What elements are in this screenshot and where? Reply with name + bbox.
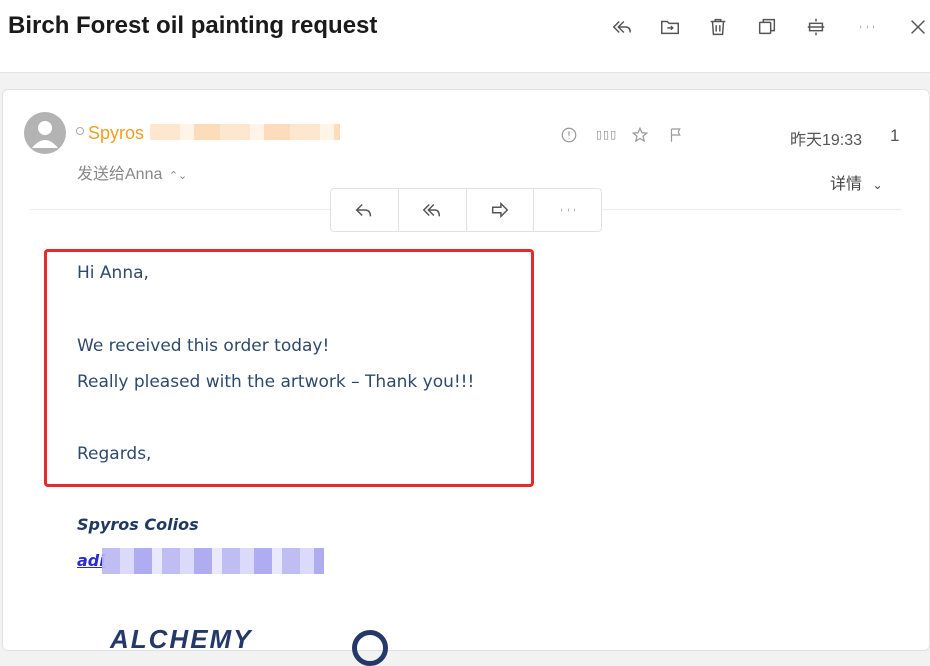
reply-all-icon[interactable] — [609, 14, 635, 40]
reply-icon — [356, 203, 372, 217]
copy-window-icon[interactable] — [754, 14, 780, 40]
message-count: 1 — [890, 126, 900, 145]
chevron-down-icon: ⌄ — [872, 178, 883, 192]
recipient-line[interactable]: 发送给Anna ⌃⌄ — [77, 160, 187, 184]
expand-recipients-icon[interactable]: ⌃⌄ — [169, 170, 187, 182]
signature-link-blurred — [102, 548, 324, 574]
expand-icon[interactable] — [803, 14, 829, 40]
details-label: 详情 — [830, 176, 863, 193]
reply-button[interactable] — [331, 189, 399, 231]
details-toggle[interactable]: 详情 ⌄ — [830, 170, 883, 194]
star-icon[interactable] — [630, 125, 650, 145]
flag-icon[interactable] — [666, 125, 686, 145]
mail-header-bar: Birch Forest oil painting request — [0, 0, 930, 73]
status-dot-icon — [76, 127, 84, 135]
reply-all-icon — [422, 203, 441, 217]
more-icon[interactable] — [854, 14, 880, 40]
email-subject: Birch Forest oil painting request — [8, 12, 378, 39]
body-greeting: Hi Anna, — [77, 263, 149, 283]
important-icon[interactable] — [559, 125, 579, 145]
logo-circle-icon — [352, 630, 388, 666]
forward-button[interactable] — [467, 189, 535, 231]
body-line-2: Really pleased with the artwork – Thank … — [77, 372, 475, 392]
tag-glyph[interactable]: ▯▯▯ — [596, 128, 617, 141]
move-folder-icon[interactable] — [657, 14, 683, 40]
company-logo: ALCHEMY — [110, 624, 253, 654]
message-action-bar — [330, 188, 602, 232]
signature-name: Spyros Colios — [77, 515, 199, 534]
body-closing: Regards, — [77, 444, 152, 464]
body-line-1: We received this order today! — [77, 336, 330, 356]
avatar[interactable] — [24, 112, 66, 154]
forward-icon — [491, 201, 509, 219]
trash-icon[interactable] — [705, 14, 731, 40]
sender-address-blurred — [150, 124, 340, 140]
recipient-label: 发送给Anna — [77, 166, 163, 183]
more-actions-button[interactable] — [534, 189, 601, 231]
reply-all-button[interactable] — [399, 189, 467, 231]
more-icon — [561, 208, 575, 212]
sender-name[interactable]: Spyros — [88, 123, 144, 144]
signature-link[interactable]: adi — [77, 551, 105, 570]
message-date: 昨天19:33 — [790, 132, 863, 149]
close-icon[interactable] — [905, 14, 930, 40]
